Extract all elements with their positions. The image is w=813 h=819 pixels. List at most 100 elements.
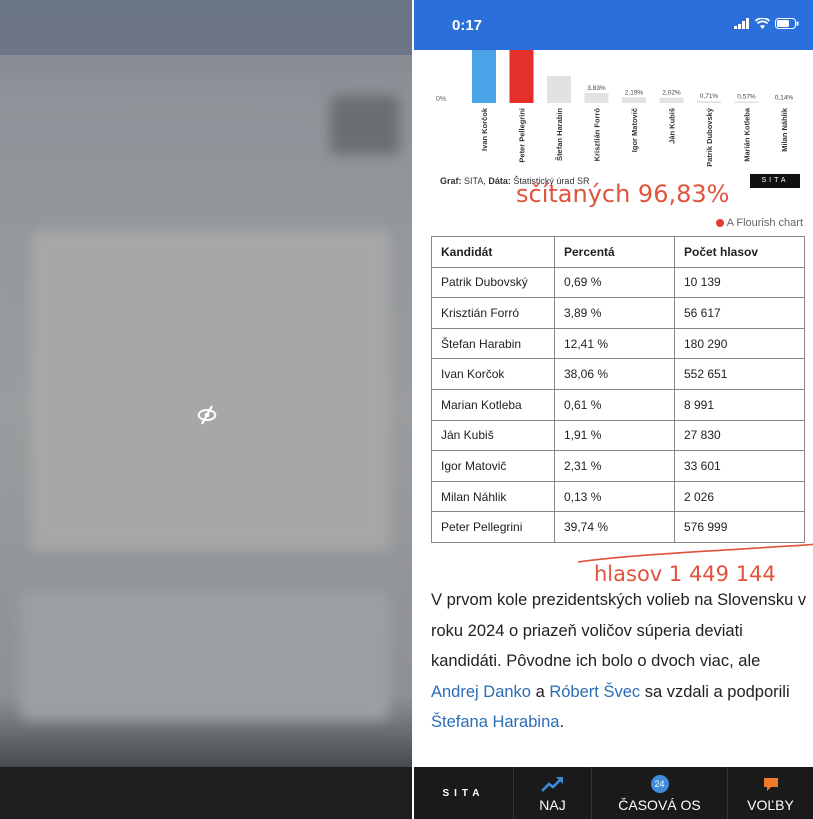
table-row: Igor Matovič 2,31 % 33 601 xyxy=(431,450,805,482)
flourish-icon xyxy=(715,219,724,227)
cell-percent: 0,13 % xyxy=(554,480,675,513)
nav-label: VOĽBY xyxy=(747,797,794,813)
paragraph-text: . xyxy=(559,713,565,731)
intro-paragraph: V prvom kole prezidentských volieb na Sl… xyxy=(431,585,811,738)
chart-bar xyxy=(547,75,571,103)
timeline-badge: 24 xyxy=(650,775,669,793)
phone-screen: 0:17 0% Ivan Korčok Peter Pellegrini Štefan… xyxy=(414,0,813,819)
table-header-row: Kandidát Percentá Počet hlasov xyxy=(431,236,805,268)
cell-candidate: Krisztián Forró xyxy=(431,297,555,329)
cell-percent: 1,91 % xyxy=(554,419,675,452)
paragraph-text: V prvom kole prezidentských volieb na Sl… xyxy=(431,591,807,670)
bar-value-label: 0,14% xyxy=(775,95,794,102)
table-row: Marian Kotleba 0,61 % 8 991 xyxy=(431,388,805,421)
cell-candidate: Peter Pellegrini xyxy=(431,511,555,543)
chart-source-graph-label: Graf: xyxy=(440,176,462,186)
cell-votes: 180 290 xyxy=(674,327,805,360)
cell-votes: 56 617 xyxy=(674,297,805,329)
table-row: Milan Náhlik 0,13 % 2 026 xyxy=(431,480,805,513)
status-bar: 0:17 xyxy=(414,0,813,50)
cell-votes: 8 991 xyxy=(674,388,805,421)
chart-bar xyxy=(509,50,534,103)
bar-value-label: 0,57% xyxy=(737,94,756,101)
nav-item-timeline[interactable]: 24 ČASOVÁ OS xyxy=(592,767,728,819)
sita-logo: SITA xyxy=(750,174,800,188)
link-robert-svec[interactable]: Róbert Švec xyxy=(549,683,640,701)
status-icons xyxy=(734,18,799,29)
bar-value-label: 2,02% xyxy=(662,90,681,97)
cell-candidate: Ivan Korčok xyxy=(431,358,555,390)
cell-votes: 10 139 xyxy=(674,266,805,299)
blurred-region xyxy=(30,230,390,550)
flourish-credit-label: A Flourish chart xyxy=(726,217,803,229)
y-tick-label: 0% xyxy=(436,96,446,103)
bottom-navigation: SITA NAJ 24 ČASOVÁ OS VOĽBY xyxy=(414,767,813,819)
table-row: Ján Kubiš 1,91 % 27 830 xyxy=(431,419,805,452)
x-tick-label: Peter Pellegrini xyxy=(518,108,527,163)
header-votes: Počet hlasov xyxy=(674,236,805,268)
cell-candidate: Patrik Dubovský xyxy=(431,266,555,299)
cell-percent: 38,06 % xyxy=(554,358,675,390)
cell-percent: 12,41 % xyxy=(554,327,675,360)
flourish-credit-link[interactable]: A Flourish chart xyxy=(715,217,803,229)
cell-candidate: Igor Matovič xyxy=(431,450,555,482)
cell-votes: 2 026 xyxy=(674,480,805,513)
x-tick-label: Patrik Dubovský xyxy=(705,107,714,167)
chart-bar xyxy=(697,101,721,103)
nav-item-naj[interactable]: NAJ xyxy=(514,767,592,819)
bar-value-label: 0,71% xyxy=(700,93,719,100)
cell-votes: 552 651 xyxy=(674,358,805,390)
blurred-bottom-bar xyxy=(0,767,412,819)
cell-candidate: Štefan Harabin xyxy=(431,327,555,360)
chart-bar xyxy=(734,101,759,103)
cell-votes: 27 830 xyxy=(674,419,805,452)
chart-source-data-label: Dáta: xyxy=(488,176,511,186)
chart-bar xyxy=(472,50,496,104)
cell-candidate: Ján Kubiš xyxy=(431,419,555,452)
blurred-preview-panel xyxy=(0,0,412,819)
x-tick-label: Marián Kotleba xyxy=(743,107,752,162)
cell-candidate: Milan Náhlik xyxy=(431,480,555,513)
paragraph-text: a xyxy=(530,682,550,701)
table-row: Krisztián Forró 3,89 % 56 617 xyxy=(431,297,805,329)
trending-up-icon xyxy=(540,773,565,795)
blurred-region xyxy=(330,95,400,155)
votes-annotation: hlasov 1 449 144 xyxy=(594,562,776,586)
table-row: Ivan Korčok 38,06 % 552 651 xyxy=(431,358,805,390)
bar-value-label: 2,19% xyxy=(625,89,644,96)
chart-bar xyxy=(659,97,684,103)
blurred-region xyxy=(20,590,390,720)
status-time: 0:17 xyxy=(452,17,483,34)
x-tick-label: Štefan Harabin xyxy=(555,108,564,161)
nav-label: ČASOVÁ OS xyxy=(618,797,701,813)
x-tick-label: Milan Náhlik xyxy=(780,107,789,152)
link-stefan-harabin[interactable]: Štefana Harabina xyxy=(431,713,559,731)
nav-sita-logo[interactable]: SITA xyxy=(414,767,514,819)
cell-percent: 0,69 % xyxy=(554,266,675,299)
bar-value-label: 3,83% xyxy=(587,85,606,92)
cell-percent: 2,31 % xyxy=(554,450,675,482)
hidden-content-icon[interactable] xyxy=(196,404,218,426)
results-bar-chart: 0% Ivan Korčok Peter Pellegrini Štefan Hara… xyxy=(436,50,796,167)
cell-votes: 576 999 xyxy=(674,511,805,543)
nav-item-elections[interactable]: VOĽBY xyxy=(728,767,813,819)
x-tick-label: Krisztián Forró xyxy=(593,108,602,162)
cell-percent: 3,89 % xyxy=(554,297,675,329)
wifi-icon xyxy=(755,18,770,29)
chart-bar xyxy=(622,97,646,103)
nav-label: NAJ xyxy=(539,797,566,813)
table-row: Štefan Harabin 12,41 % 180 290 xyxy=(431,327,805,360)
results-table: Kandidát Percentá Počet hlasov Patrik Du… xyxy=(431,236,805,543)
table-row: Peter Pellegrini 39,74 % 576 999 xyxy=(431,511,805,543)
x-tick-label: Ján Kubiš xyxy=(668,108,677,144)
chart-bar xyxy=(584,93,609,103)
header-percent: Percentá xyxy=(554,236,675,268)
x-tick-label: Igor Matovič xyxy=(630,108,639,152)
cell-candidate: Marian Kotleba xyxy=(431,388,555,421)
counted-annotation: sčítaných 96,83% xyxy=(516,180,730,208)
link-andrej-danko[interactable]: Andrej Danko xyxy=(431,683,531,701)
chart-source-graph: SITA, xyxy=(464,176,486,186)
blurred-top-bar xyxy=(0,0,412,55)
speech-bubble-icon xyxy=(763,773,779,795)
cell-percent: 0,61 % xyxy=(554,388,675,421)
